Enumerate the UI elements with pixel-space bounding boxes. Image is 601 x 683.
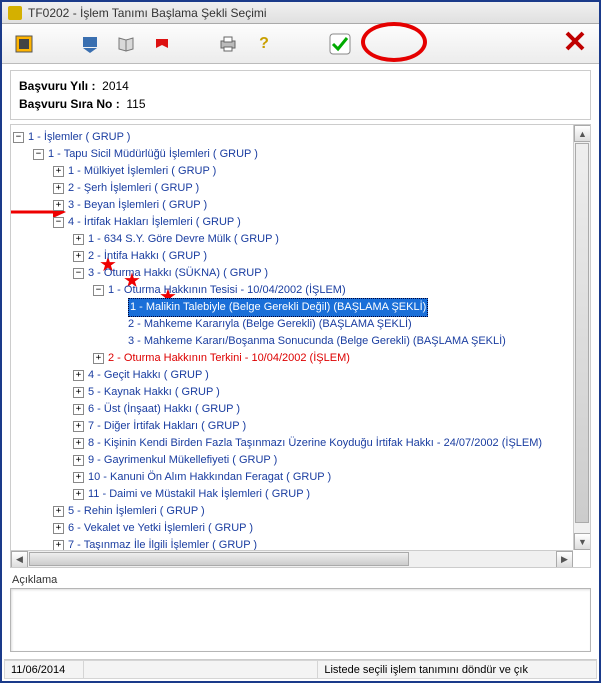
tree-node[interactable]: 6 - Vekalet ve Yetki İşlemleri ( GRUP ): [68, 520, 253, 537]
tree-node[interactable]: 2 - Mahkeme Kararıyla (Belge Gerekli) (B…: [128, 316, 412, 333]
expand-icon[interactable]: +: [73, 234, 84, 245]
toolbar: ?: [2, 24, 599, 64]
scroll-thumb[interactable]: [575, 143, 589, 523]
scroll-down-icon[interactable]: ▼: [574, 533, 591, 550]
info-panel: Başvuru Yılı : 2014 Başvuru Sıra No : 11…: [10, 70, 591, 120]
tree-node[interactable]: 2 - İntifa Hakkı ( GRUP ): [88, 248, 207, 265]
expand-icon[interactable]: +: [53, 200, 64, 211]
expand-icon[interactable]: +: [53, 506, 64, 517]
close-button[interactable]: [565, 31, 585, 57]
tree-node[interactable]: 7 - Diğer İrtifak Hakları ( GRUP ): [88, 418, 246, 435]
expand-icon[interactable]: +: [73, 370, 84, 381]
filter-button[interactable]: [78, 32, 102, 56]
scroll-left-icon[interactable]: ◀: [11, 551, 28, 568]
tree-container: ★ ★ ★ − 1 - İşlemler ( GRUP ) − 1 - Tapu…: [10, 124, 591, 568]
scroll-right-icon[interactable]: ▶: [556, 551, 573, 568]
expand-icon[interactable]: +: [53, 183, 64, 194]
tree-node[interactable]: 1 - Oturma Hakkının Tesisi - 10/04/2002 …: [108, 282, 346, 299]
seq-value: 115: [126, 97, 145, 111]
status-message: Listede seçili işlem tanımını döndür ve …: [317, 660, 597, 679]
expand-icon[interactable]: +: [73, 251, 84, 262]
tree-node[interactable]: 4 - Geçit Hakkı ( GRUP ): [88, 367, 209, 384]
bookmark-button[interactable]: [150, 32, 174, 56]
tree-node[interactable]: 3 - Mahkeme Kararı/Boşanma Sonucunda (Be…: [128, 333, 506, 350]
print-button[interactable]: [216, 32, 240, 56]
tree-node[interactable]: 5 - Rehin İşlemleri ( GRUP ): [68, 503, 205, 520]
tree-node[interactable]: 1 - 634 S.Y. Göre Devre Mülk ( GRUP ): [88, 231, 279, 248]
horizontal-scrollbar[interactable]: ◀ ▶: [11, 550, 573, 567]
tree-node[interactable]: 8 - Kişinin Kendi Birden Fazla Taşınmazı…: [88, 435, 542, 452]
description-label: Açıklama: [12, 574, 589, 586]
tree-node[interactable]: 3 - Oturma Hakkı (SÜKNA) ( GRUP ): [88, 265, 268, 282]
tree-node[interactable]: 2 - Şerh İşlemleri ( GRUP ): [68, 180, 199, 197]
tree-node[interactable]: 1 - İşlemler ( GRUP ): [28, 129, 130, 146]
expand-icon[interactable]: +: [53, 166, 64, 177]
help-button[interactable]: ?: [252, 32, 276, 56]
window-title: TF0202 - İşlem Tanımı Başlama Şekli Seçi…: [28, 6, 267, 20]
tree-node-selected[interactable]: 1 - Malikin Talebiyle (Belge Gerekli Değ…: [128, 298, 428, 317]
year-value: 2014: [102, 79, 129, 93]
help-icon: ?: [259, 35, 269, 53]
tree-node[interactable]: 1 - Tapu Sicil Müdürlüğü İşlemleri ( GRU…: [48, 146, 258, 163]
tree-node[interactable]: 4 - İrtifak Hakları İşlemleri ( GRUP ): [68, 214, 241, 231]
tree-node[interactable]: 6 - Üst (İnşaat) Hakkı ( GRUP ): [88, 401, 240, 418]
expand-icon[interactable]: +: [73, 387, 84, 398]
expand-icon[interactable]: +: [73, 489, 84, 500]
expand-icon[interactable]: +: [73, 404, 84, 415]
collapse-icon[interactable]: −: [53, 217, 64, 228]
statusbar: 11/06/2014 Listede seçili işlem tanımını…: [4, 659, 597, 679]
description-textarea[interactable]: [10, 588, 591, 652]
vertical-scrollbar[interactable]: ▲ ▼: [573, 125, 590, 550]
scroll-thumb[interactable]: [29, 552, 409, 566]
tree-node[interactable]: 3 - Beyan İşlemleri ( GRUP ): [68, 197, 207, 214]
tree-node[interactable]: 9 - Gayrimenkul Mükellefiyeti ( GRUP ): [88, 452, 277, 469]
collapse-icon[interactable]: −: [13, 132, 24, 143]
confirm-button[interactable]: [328, 32, 352, 56]
book-open-icon[interactable]: [114, 32, 138, 56]
collapse-icon[interactable]: −: [93, 285, 104, 296]
scroll-up-icon[interactable]: ▲: [574, 125, 591, 142]
expand-icon[interactable]: +: [53, 523, 64, 534]
tree-node[interactable]: 5 - Kaynak Hakkı ( GRUP ): [88, 384, 220, 401]
year-label: Başvuru Yılı :: [19, 79, 95, 93]
collapse-icon[interactable]: −: [73, 268, 84, 279]
collapse-icon[interactable]: −: [33, 149, 44, 160]
expand-icon[interactable]: +: [73, 455, 84, 466]
tree-node[interactable]: 2 - Oturma Hakkının Terkini - 10/04/2002…: [108, 350, 350, 367]
highlight-circle-annotation: [361, 22, 427, 62]
expand-icon[interactable]: +: [73, 421, 84, 432]
tree-node[interactable]: 11 - Daimi ve Müstakil Hak İşlemleri ( G…: [88, 486, 310, 503]
status-date: 11/06/2014: [4, 660, 84, 679]
titlebar: TF0202 - İşlem Tanımı Başlama Şekli Seçi…: [2, 2, 599, 24]
app-icon: [8, 6, 22, 20]
tree-node[interactable]: 10 - Kanuni Ön Alım Hakkından Feragat ( …: [88, 469, 331, 486]
expand-icon[interactable]: +: [73, 472, 84, 483]
tree[interactable]: − 1 - İşlemler ( GRUP ) − 1 - Tapu Sicil…: [11, 125, 590, 558]
expand-icon[interactable]: +: [73, 438, 84, 449]
app-menu-button[interactable]: [12, 32, 36, 56]
tree-node[interactable]: 1 - Mülkiyet İşlemleri ( GRUP ): [68, 163, 216, 180]
seq-label: Başvuru Sıra No :: [19, 97, 120, 111]
status-spacer: [84, 660, 317, 679]
expand-icon[interactable]: +: [93, 353, 104, 364]
